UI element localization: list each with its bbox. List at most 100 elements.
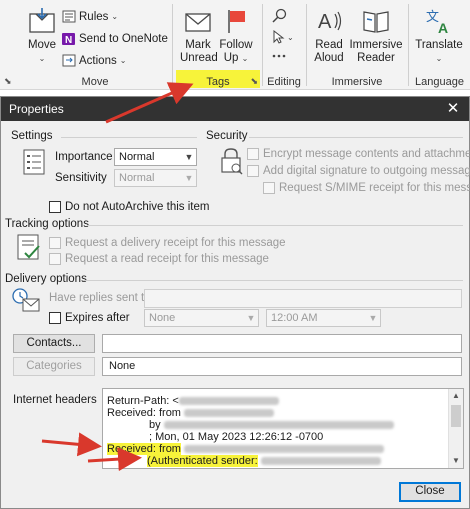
contacts-input[interactable] — [102, 334, 462, 353]
immersive-reader-icon — [363, 11, 389, 33]
header-line: Return-Path: < — [107, 395, 279, 407]
read-aloud-button[interactable]: A Read Aloud — [311, 6, 347, 65]
categories-input[interactable]: None — [102, 357, 462, 376]
chevron-down-icon: ⌄ — [241, 54, 249, 63]
chevron-down-icon: ⌄ — [119, 56, 127, 65]
categories-value: None — [109, 360, 136, 372]
headers-scrollbar[interactable]: ▲ ▼ — [448, 389, 463, 468]
header-received-1: Received: from — [107, 407, 181, 419]
move-group-label: Move — [81, 76, 109, 88]
chevron-down-icon: ▼ — [246, 313, 256, 323]
read-aloud-line2: Aloud — [314, 52, 344, 64]
immersive-reader-button[interactable]: Immersive Reader — [349, 6, 403, 65]
find-button[interactable] — [271, 8, 287, 27]
smime-checkbox[interactable] — [263, 182, 275, 194]
search-icon — [272, 8, 287, 23]
scroll-up-icon[interactable]: ▲ — [449, 389, 463, 403]
divider — [172, 4, 173, 86]
chevron-down-icon: ⌄ — [38, 54, 46, 63]
svg-text:N: N — [65, 35, 72, 46]
tracking-icon — [17, 234, 40, 260]
rules-label: Rules — [79, 10, 109, 23]
autoarchive-label: Do not AutoArchive this item — [65, 201, 210, 213]
immersive-group: A Read Aloud Immersive Reader Immersive — [307, 0, 407, 90]
delivery-rule — [83, 280, 463, 281]
header-date: ; Mon, 01 May 2023 12:26:12 -0700 — [149, 431, 324, 443]
move-group: Move ⌄ Rules ⌄ N Send to OneNote Actions… — [20, 0, 170, 90]
signature-checkbox[interactable] — [247, 165, 259, 177]
lock-icon — [221, 148, 243, 175]
chevron-down-icon: ▼ — [368, 313, 378, 323]
flag-icon — [228, 10, 245, 33]
actions-button[interactable]: Actions ⌄ — [62, 54, 126, 67]
importance-label: Importance — [55, 151, 113, 163]
envelope-icon — [185, 13, 211, 32]
dialog-launcher-icon[interactable]: ⬊ — [250, 76, 258, 87]
follow-up-line2: Up — [223, 52, 239, 64]
sensitivity-value: Normal — [119, 172, 155, 184]
importance-value: Normal — [119, 151, 155, 163]
delivery-receipt-checkbox[interactable] — [49, 237, 61, 249]
replies-label: Have replies sent to — [49, 292, 151, 304]
language-group-label: Language — [415, 76, 464, 88]
settings-rule — [61, 137, 197, 138]
dialog-titlebar: Properties ✕ — [1, 97, 469, 121]
ribbon: Move ⌄ Rules ⌄ N Send to OneNote Actions… — [0, 0, 470, 90]
delivery-receipt-label: Request a delivery receipt for this mess… — [65, 237, 286, 249]
read-receipt-checkbox[interactable] — [49, 253, 61, 265]
chevron-down-icon: ⌄ — [435, 54, 443, 63]
categories-button[interactable]: Categories — [13, 357, 95, 376]
mark-unread-button[interactable]: Mark Unread — [180, 6, 218, 65]
svg-text:A: A — [318, 11, 332, 33]
move-label: Move — [27, 39, 57, 51]
dialog-launcher-icon[interactable]: ⬊ — [4, 76, 12, 87]
chevron-down-icon: ⌄ — [111, 12, 119, 21]
move-button[interactable]: Move ⌄ — [24, 6, 60, 65]
expires-date-value: None — [149, 312, 176, 324]
translate-icon: 文 A — [426, 10, 448, 36]
expires-label: Expires after — [65, 312, 130, 324]
select-button[interactable]: ⌄ — [271, 30, 294, 44]
immersive-reader-line2: Reader — [357, 52, 395, 64]
expires-date-select[interactable]: None ▼ — [144, 309, 259, 327]
svg-text:A: A — [438, 20, 448, 36]
header-line: ; Mon, 01 May 2023 12:26:12 -0700 — [149, 431, 323, 443]
internet-headers-textarea[interactable]: Return-Path: < Received: from by ; Mon, … — [102, 388, 464, 469]
contacts-button[interactable]: Contacts... — [13, 334, 95, 353]
immersive-reader-line1: Immersive — [349, 39, 403, 51]
close-button[interactable]: Close — [399, 482, 461, 502]
tags-group-label: Tags — [206, 76, 230, 88]
expires-checkbox[interactable] — [49, 312, 61, 324]
tags-group: Mark Unread Follow Up ⌄ Tags ⬊ — [174, 0, 262, 90]
importance-select[interactable]: Normal ▼ — [114, 148, 197, 166]
security-rule — [249, 137, 463, 138]
immersive-group-label: Immersive — [331, 76, 383, 88]
translate-button[interactable]: 文 A Translate ⌄ — [413, 6, 465, 65]
actions-icon — [62, 54, 76, 67]
follow-up-button[interactable]: Follow Up ⌄ — [218, 6, 254, 65]
send-to-onenote-button[interactable]: N Send to OneNote — [62, 32, 168, 46]
expires-time-value: 12:00 AM — [271, 312, 318, 324]
chevron-down-icon: ▼ — [184, 152, 194, 162]
mark-unread-line2: Unread — [180, 52, 218, 64]
more-editing-button[interactable] — [271, 50, 287, 65]
follow-up-line1: Follow — [219, 39, 253, 51]
read-aloud-line1: Read — [315, 39, 343, 51]
cursor-icon — [273, 30, 285, 44]
sensitivity-select[interactable]: Normal ▼ — [114, 169, 197, 187]
properties-dialog: Properties ✕ Settings Importance Normal … — [0, 96, 470, 509]
encrypt-checkbox[interactable] — [247, 148, 259, 160]
expires-time-select[interactable]: 12:00 AM ▼ — [266, 309, 381, 327]
scroll-down-icon[interactable]: ▼ — [449, 454, 463, 468]
scroll-thumb[interactable] — [451, 405, 461, 427]
close-icon[interactable]: ✕ — [437, 97, 469, 121]
editing-group: ⌄ Editing — [263, 0, 305, 90]
replies-input[interactable] — [144, 289, 462, 308]
header-received-2: Received: from — [107, 443, 181, 455]
internet-headers-label: Internet headers — [13, 394, 97, 406]
autoarchive-checkbox[interactable] — [49, 201, 61, 213]
header-line: Received: from — [107, 443, 385, 455]
rules-button[interactable]: Rules ⌄ — [62, 10, 118, 23]
header-line: (Authenticated sender: — [147, 455, 381, 467]
encrypt-label: Encrypt message contents and attachments — [263, 148, 470, 160]
